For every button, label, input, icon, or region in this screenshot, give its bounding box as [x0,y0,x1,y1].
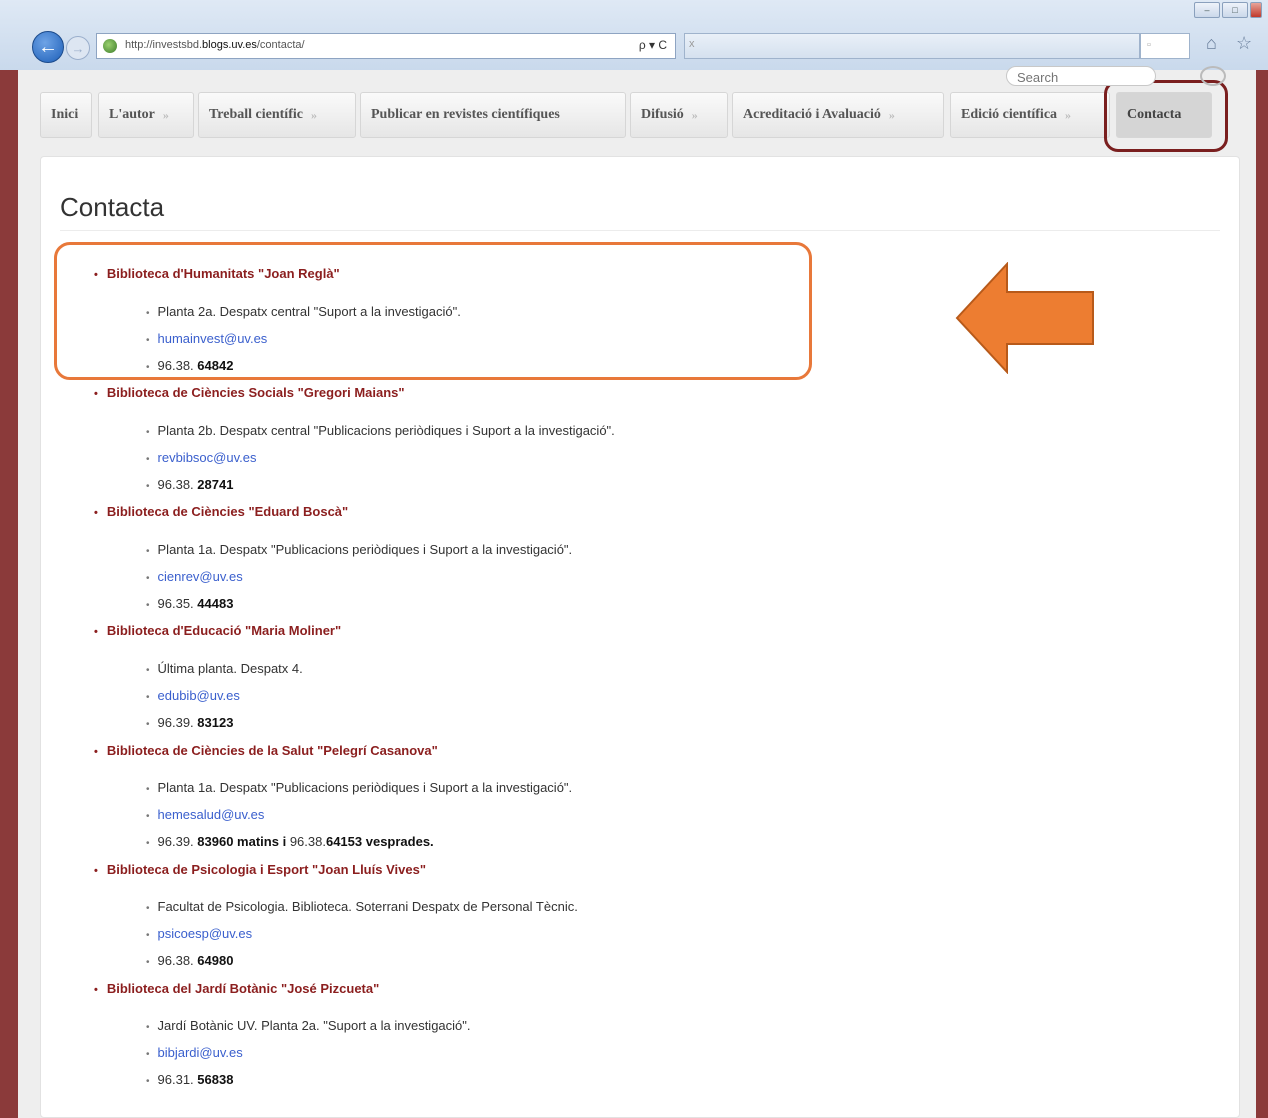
pointer-arrow-icon [955,262,1094,374]
active-menu-highlight-ring [1104,80,1228,152]
library-phone: 96.31. 56838 [146,1072,234,1087]
phone-prefix: 96.39. [157,715,194,730]
search-refresh-icon[interactable]: ρ ▾ C [639,38,667,52]
phone-prefix: 96.35. [157,596,194,611]
library-location: Planta 1a. Despatx "Publicacions periòdi… [146,780,573,795]
minimize-icon[interactable]: – [1194,2,1220,18]
library-phone: 96.38. 64980 [146,953,234,968]
page-title: Contacta [60,192,165,222]
close-icon[interactable] [1250,2,1262,18]
menu-item-treball[interactable]: Treball científic » [198,92,356,138]
library-heading: Biblioteca de Ciències Socials "Gregori … [94,385,405,400]
menu-item-difusio[interactable]: Difusió » [630,92,728,138]
menu-item-publicar[interactable]: Publicar en revistes científiques [360,92,626,138]
arrow-right-icon: → [71,40,85,56]
phone-number: 28741 [197,477,234,492]
address-bar[interactable]: http://investsbd.blogs.uv.es/contacta/ ρ… [96,33,676,59]
menu-item-edicio[interactable]: Edició científica » [950,92,1110,138]
menu-item-inici[interactable]: Inici [40,92,92,138]
library-phone: 96.39. 83960 matins i 96.38.64153 vespra… [146,834,434,849]
chevron-down-icon: » [310,107,317,122]
phone-number: 64153 vesprades. [325,834,434,849]
phone-number: 56838 [197,1072,234,1087]
phone-number: 44483 [197,596,234,611]
back-button[interactable]: ← [32,31,64,63]
maximize-icon[interactable]: □ [1222,2,1248,18]
menu-item-acreditacio[interactable]: Acreditació i Avaluació » [732,92,944,138]
menu-item-label: Inici [51,107,79,122]
library-email-link[interactable]: revbibsoc@uv.es [146,450,257,465]
search-input[interactable] [1015,69,1139,86]
phone-prefix: 96.39. [157,834,194,849]
url-host: blogs.uv.es [202,39,257,51]
phone-prefix: 96.31. [157,1072,194,1087]
window-controls: – □ [1194,2,1262,18]
browser-tab[interactable]: x [684,33,1140,59]
library-location: Facultat de Psicologia. Biblioteca. Sote… [146,899,578,914]
forward-button[interactable]: → [66,36,90,60]
menu-item-label: Difusió [641,107,684,122]
chevron-down-icon: » [888,107,895,122]
library-heading: Biblioteca de Psicologia i Esport "Joan … [94,862,426,877]
library-phone: 96.38. 28741 [146,477,234,492]
menu-item-label: Publicar en revistes científiques [371,107,560,122]
menu-item-label: L'autor [109,107,155,122]
new-tab-button[interactable]: ▫ [1140,33,1190,59]
phone-number: 64980 [197,953,234,968]
page-border-right [1252,70,1268,1118]
phone-prefix: 96.38. [157,953,194,968]
library-location: Planta 2b. Despatx central "Publicacions… [146,423,615,438]
site-favicon-icon [103,39,117,53]
library-heading: Biblioteca de Ciències "Eduard Boscà" [94,504,348,519]
menu-item-autor[interactable]: L'autor » [98,92,194,138]
chevron-down-icon: » [162,107,169,122]
menu-item-label: Edició científica [961,107,1058,122]
library-phone: 96.35. 44483 [146,596,234,611]
library-phone: 96.39. 83123 [146,715,234,730]
page-border-left [0,70,24,1118]
library-email-link[interactable]: bibjardi@uv.es [146,1045,243,1060]
library-email-link[interactable]: edubib@uv.es [146,688,240,703]
search-icon[interactable] [1200,66,1226,86]
phone-prefix: 96.38. [289,834,326,849]
library-heading: Biblioteca de Ciències de la Salut "Pele… [94,743,438,758]
chevron-down-icon: » [1065,107,1072,122]
browser-toolbar: – □ ← → http://investsbd.blogs.uv.es/con… [0,0,1268,71]
home-icon[interactable]: ⌂ [1206,33,1217,54]
search-field[interactable] [1006,66,1156,86]
phone-separator: i [278,834,290,849]
library-email-link[interactable]: hemesalud@uv.es [146,807,265,822]
library-email-link[interactable]: psicoesp@uv.es [146,926,253,941]
library-heading: Biblioteca d'Educació "Maria Moliner" [94,623,341,638]
url-path: /contacta/ [256,39,305,51]
library-email-link[interactable]: cienrev@uv.es [146,569,243,584]
phone-number: 83123 [197,715,234,730]
arrow-left-icon: ← [38,35,58,58]
menu-item-label: Acreditació i Avaluació [743,107,881,122]
favorites-star-icon[interactable]: ☆ [1236,33,1252,54]
new-tab-icon: ▫ [1147,39,1151,51]
menu-item-label: Treball científic [209,107,303,122]
title-divider [60,230,1220,231]
address-url[interactable]: http://investsbd.blogs.uv.es/contacta/ [125,39,305,51]
highlight-box [54,242,812,380]
library-location: Planta 1a. Despatx "Publicacions periòdi… [146,542,573,557]
tab-close-icon[interactable]: x [689,38,695,50]
url-prefix: http://investsbd. [125,39,203,51]
chevron-down-icon: » [691,107,698,122]
phone-prefix: 96.38. [157,477,194,492]
library-heading: Biblioteca del Jardí Botànic "José Pizcu… [94,981,379,996]
library-location: Última planta. Despatx 4. [146,661,303,676]
library-location: Jardí Botànic UV. Planta 2a. "Suport a l… [146,1018,471,1033]
phone-number: 83960 matins [197,834,279,849]
